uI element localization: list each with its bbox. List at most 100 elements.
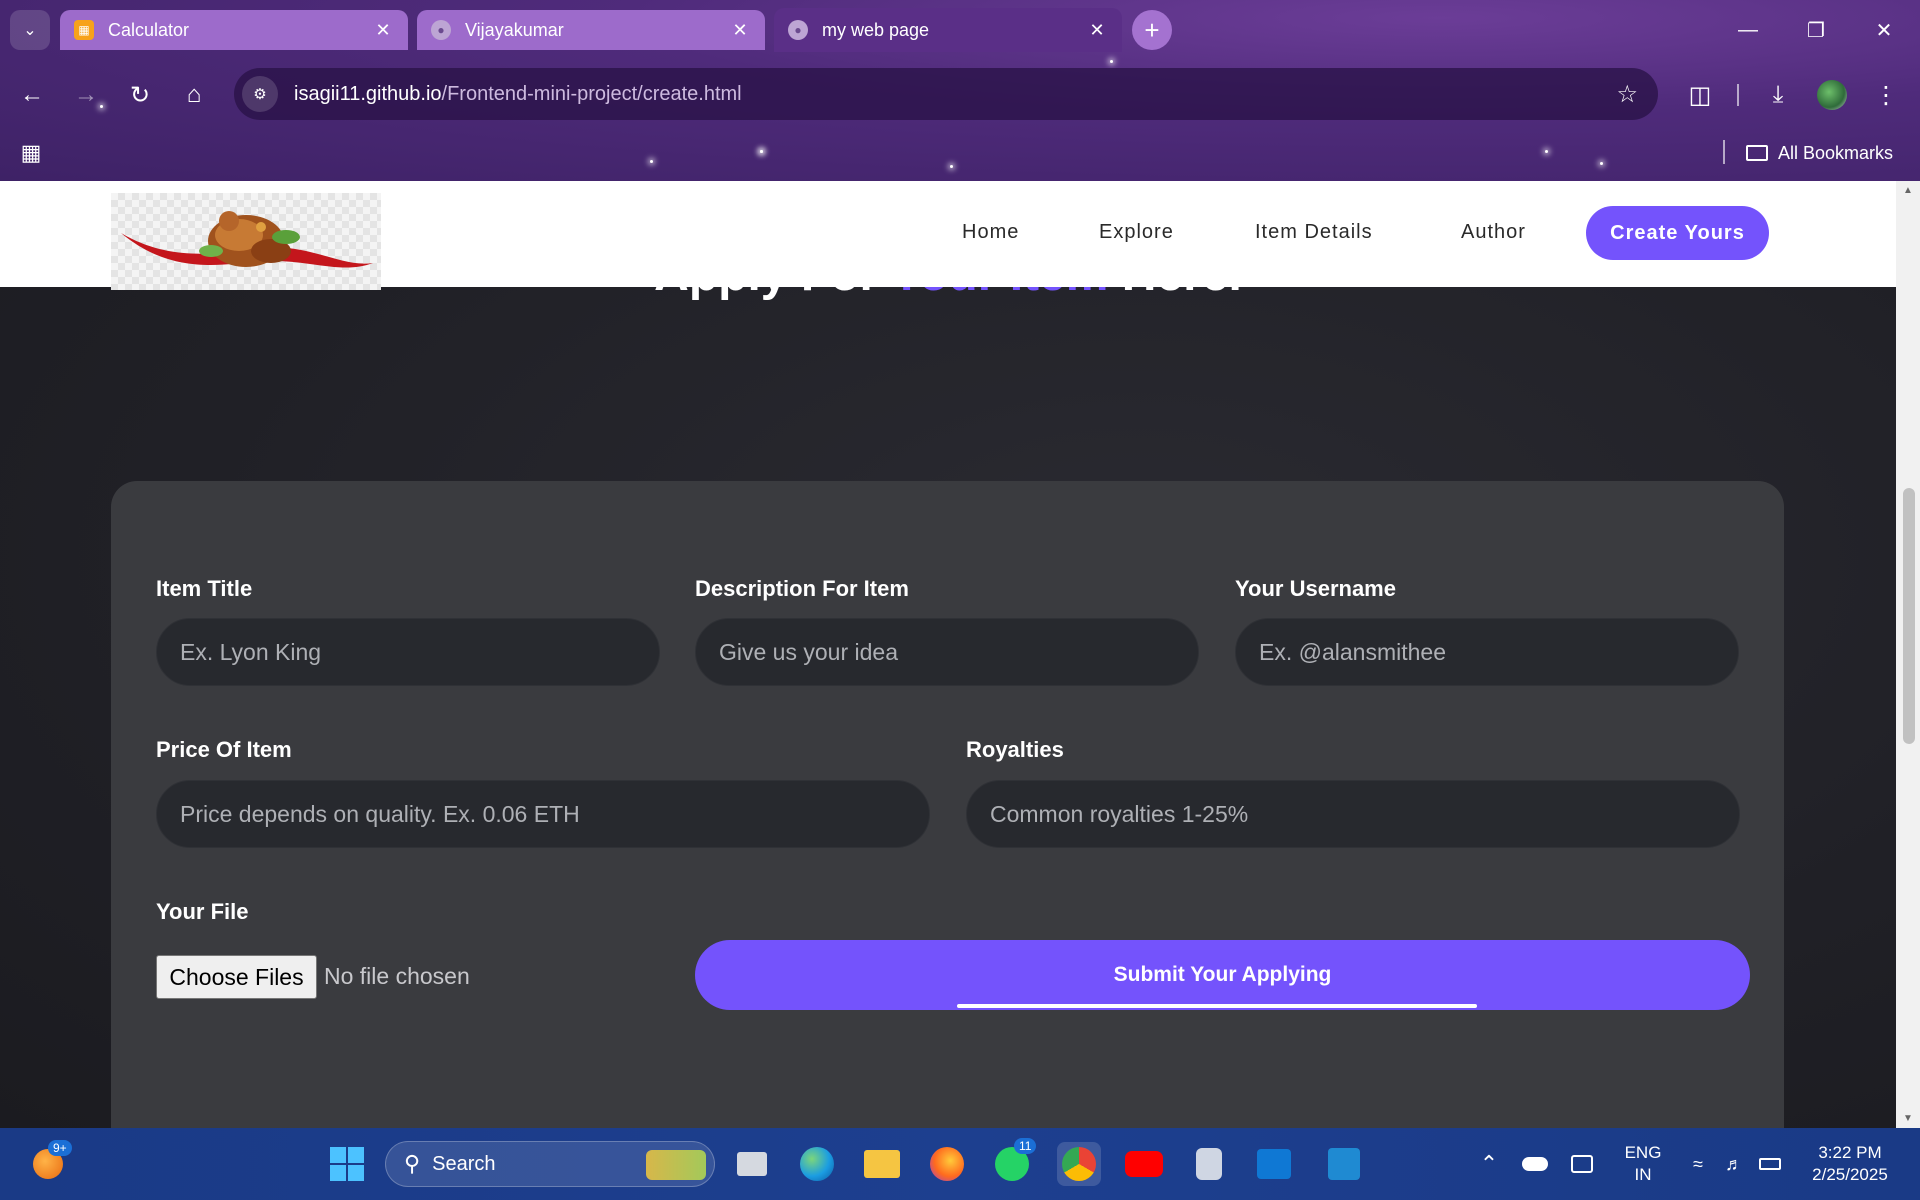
clock[interactable]: 3:22 PM 2/25/2025 [1795, 1142, 1905, 1186]
task-view-icon [737, 1152, 767, 1176]
description-input[interactable]: Give us your idea [695, 618, 1199, 686]
choose-files-button[interactable]: Choose Files [156, 955, 317, 999]
region-code: IN [1634, 1165, 1652, 1184]
create-yours-button[interactable]: Create Yours [1586, 206, 1769, 260]
description-label: Description For Item [695, 576, 909, 601]
nav-home[interactable]: Home [962, 221, 1019, 244]
apps-grid-icon[interactable]: ▦ [16, 138, 46, 168]
vscode-button[interactable] [1322, 1142, 1366, 1186]
apply-form: Item Title Ex. Lyon King Description For… [111, 481, 1784, 1128]
file-label: Your File [156, 899, 249, 924]
speaker-icon: ♬ [1725, 1153, 1743, 1174]
task-view-button[interactable] [730, 1142, 774, 1186]
item-title-input[interactable]: Ex. Lyon King [156, 618, 660, 686]
profile-button[interactable] [1812, 75, 1852, 115]
firefox-icon [930, 1147, 964, 1181]
calculator-icon: ▦ [74, 20, 94, 40]
cloud-icon [1522, 1157, 1548, 1171]
pen-workspace-button[interactable] [1560, 1142, 1604, 1186]
battery-icon [1759, 1158, 1781, 1170]
nav-explore[interactable]: Explore [1099, 221, 1174, 244]
language-code: ENG [1624, 1143, 1662, 1162]
whatsapp-button[interactable]: 11 [990, 1138, 1037, 1186]
firefox-button[interactable] [925, 1142, 969, 1186]
search-label: Search [432, 1152, 496, 1175]
database-icon [1196, 1148, 1222, 1180]
folder-icon [864, 1150, 900, 1178]
royalties-label: Royalties [966, 737, 1064, 762]
restore-button[interactable]: ❐ [1782, 0, 1850, 60]
more-vertical-icon: ⋮ [1874, 81, 1898, 109]
toolbar: ← → ↻ ⌂ ⚙ isagii11.github.io/Frontend-mi… [0, 60, 1920, 130]
menu-button[interactable]: ⋮ [1866, 75, 1906, 115]
url-text: isagii11.github.io/Frontend-mini-project… [294, 83, 742, 106]
edge-button[interactable] [795, 1142, 839, 1186]
scroll-up-icon[interactable]: ▲ [1902, 185, 1914, 196]
nav-author[interactable]: Author [1461, 221, 1526, 244]
folder-icon [1746, 145, 1768, 161]
outlook-icon [1257, 1149, 1291, 1179]
language-indicator[interactable]: ENG IN [1618, 1142, 1668, 1186]
globe-icon: ● [788, 20, 808, 40]
price-label: Price Of Item [156, 737, 292, 762]
file-status: No file chosen [324, 963, 470, 989]
back-button[interactable]: ← [12, 75, 52, 115]
edge-icon [800, 1147, 834, 1181]
minimize-button[interactable]: — [1714, 0, 1782, 60]
onedrive-button[interactable] [1513, 1142, 1557, 1186]
vscode-icon [1328, 1148, 1360, 1180]
close-icon[interactable]: ✕ [372, 20, 394, 41]
outlook-button[interactable] [1252, 1142, 1296, 1186]
database-app-button[interactable] [1187, 1142, 1231, 1186]
tab-vijayakumar[interactable]: ● Vijayakumar ✕ [417, 10, 765, 50]
tab-calculator[interactable]: ▦ Calculator ✕ [60, 10, 408, 50]
page-scrollbar[interactable]: ▲ ▼ [1896, 181, 1920, 1128]
all-bookmarks-button[interactable]: All Bookmarks [1746, 138, 1893, 168]
site-info-icon[interactable]: ⚙ [242, 76, 278, 112]
toolbar-divider [1737, 84, 1739, 106]
username-placeholder: Ex. @alansmithee [1259, 638, 1446, 665]
bookmark-star-icon[interactable]: ☆ [1616, 80, 1638, 109]
close-icon[interactable]: ✕ [729, 20, 751, 41]
username-label: Your Username [1235, 576, 1396, 601]
bookmarks-bar: ▦ All Bookmarks [0, 130, 1920, 181]
tab-search-button[interactable]: ⌄ [10, 10, 50, 50]
tab-my-web-page[interactable]: ● my web page ✕ [774, 8, 1122, 52]
tablet-icon [1571, 1155, 1593, 1173]
home-button[interactable]: ⌂ [174, 75, 214, 115]
scrollbar-thumb[interactable] [1903, 488, 1915, 744]
nav-item-details[interactable]: Item Details [1255, 221, 1373, 244]
all-bookmarks-label: All Bookmarks [1778, 142, 1894, 163]
reload-icon: ↻ [129, 81, 151, 109]
show-hidden-icons-button[interactable]: ⌃ [1467, 1142, 1511, 1186]
plus-icon: + [1144, 14, 1160, 45]
tab-title: my web page [822, 19, 930, 40]
file-explorer-button[interactable] [860, 1142, 904, 1186]
youtube-button[interactable] [1122, 1142, 1166, 1186]
site-logo[interactable] [111, 193, 381, 290]
new-tab-button[interactable]: + [1132, 10, 1172, 50]
forward-button[interactable]: → [66, 75, 106, 115]
close-window-button[interactable]: ✕ [1850, 0, 1918, 60]
address-bar[interactable]: ⚙ isagii11.github.io/Frontend-mini-proje… [234, 68, 1658, 120]
site-header: Home Explore Item Details Author Create … [0, 181, 1896, 290]
close-icon[interactable]: ✕ [1086, 20, 1108, 41]
avatar [1817, 80, 1847, 110]
royalties-input[interactable]: Common royalties 1-25% [966, 780, 1740, 848]
widgets-button[interactable]: 9+ [26, 1140, 72, 1186]
submit-button[interactable]: Submit Your Applying [695, 940, 1750, 1010]
tab-title: Calculator [108, 19, 190, 40]
tab-title: Vijayakumar [465, 19, 564, 40]
battery-button[interactable] [1748, 1142, 1792, 1186]
price-input[interactable]: Price depends on quality. Ex. 0.06 ETH [156, 780, 930, 848]
start-button[interactable] [325, 1142, 369, 1186]
reload-button[interactable]: ↻ [120, 75, 160, 115]
username-input[interactable]: Ex. @alansmithee [1235, 618, 1739, 686]
taskbar-search[interactable]: ⚲ Search [385, 1141, 715, 1187]
chrome-button[interactable] [1057, 1142, 1101, 1186]
extensions-button[interactable]: ◫ [1680, 75, 1720, 115]
scroll-down-icon[interactable]: ▼ [1902, 1113, 1914, 1124]
chevron-down-icon: ⌄ [23, 22, 37, 39]
downloads-button[interactable]: ⤓ [1758, 75, 1798, 115]
tab-strip: ⌄ ▦ Calculator ✕ ● Vijayakumar ✕ ● my we… [0, 0, 1920, 60]
